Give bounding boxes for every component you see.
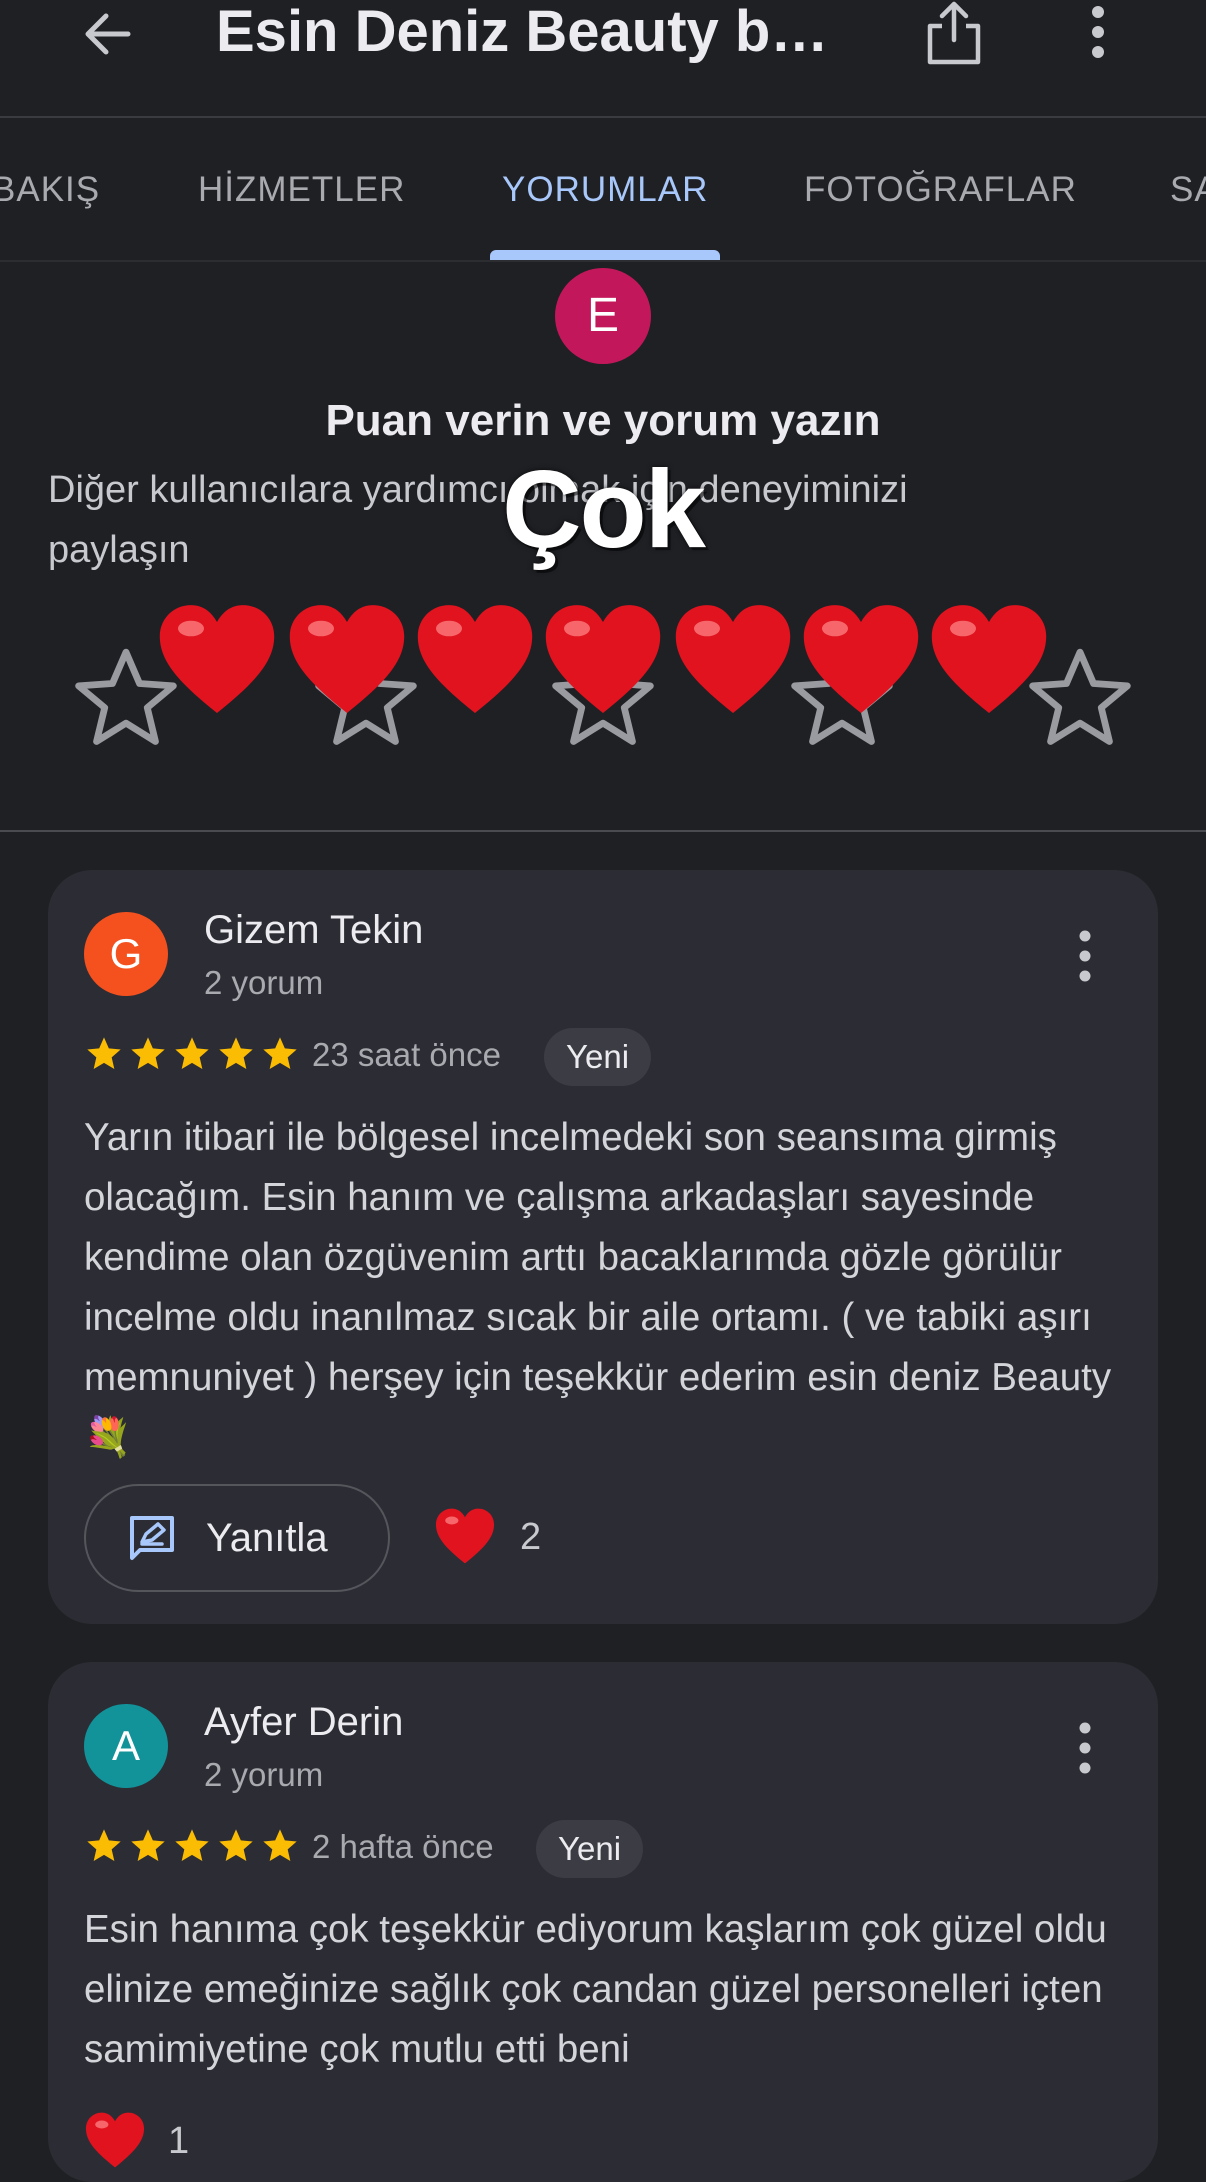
- rate-title: Puan verin ve yorum yazın: [325, 396, 881, 445]
- tab-bar: BAKIŞ HİZMETLER YORUMLAR FOTOĞRAFLAR SA: [0, 118, 1206, 262]
- heart-reaction-icon[interactable]: [432, 1504, 498, 1570]
- tab-overview[interactable]: BAKIŞ: [0, 170, 100, 210]
- star-filled-icon: [175, 1037, 209, 1069]
- like-count: 2: [520, 1516, 542, 1558]
- app-bar: Esin Deniz Beauty b…: [0, 0, 1206, 118]
- star-filled-icon: [131, 1829, 165, 1861]
- star-filled-icon: [175, 1829, 209, 1861]
- tab-reviews[interactable]: YORUMLAR: [502, 170, 708, 210]
- more-vert-icon[interactable]: [1070, 1718, 1100, 1778]
- heart-sticker-icon: [289, 605, 405, 713]
- reviewer-review-count: 2 yorum: [204, 964, 324, 1001]
- star-filled-icon: [87, 1829, 121, 1861]
- heart-sticker-icon: [803, 605, 919, 713]
- new-badge: Yeni: [536, 1820, 644, 1878]
- star-filled-icon: [131, 1037, 165, 1069]
- active-tab-indicator: [490, 250, 720, 260]
- heart-reaction-icon[interactable]: [82, 2108, 148, 2174]
- heart-sticker-icon: [675, 605, 791, 713]
- heart-sticker-icon: [545, 605, 661, 713]
- review-card: G Gizem Tekin 2 yorum 23 saat önce Yeni …: [48, 870, 1158, 1624]
- reviewer-name[interactable]: Gizem Tekin: [204, 908, 423, 953]
- review-rating: [84, 1826, 300, 1866]
- review-rating: [84, 1034, 300, 1074]
- more-vert-icon[interactable]: [1070, 926, 1100, 986]
- reviewer-avatar[interactable]: A: [84, 1704, 168, 1788]
- tab-photos[interactable]: FOTOĞRAFLAR: [804, 170, 1077, 210]
- heart-sticker-icon: [159, 605, 275, 713]
- review-card: A Ayfer Derin 2 yorum 2 hafta önce Yeni …: [48, 1662, 1158, 2182]
- overlay-caption: Çok: [502, 448, 706, 571]
- star-filled-icon: [263, 1829, 297, 1861]
- star-filled-icon: [219, 1829, 253, 1861]
- reply-comment-icon: [130, 1516, 174, 1560]
- like-count: 1: [168, 2120, 190, 2162]
- review-text: Yarın itibari ile bölgesel incelmedeki s…: [84, 1116, 1122, 1459]
- arrow-back-icon[interactable]: [78, 4, 138, 64]
- share-icon[interactable]: [924, 0, 984, 66]
- reply-button-label: Yanıtla: [206, 1516, 328, 1560]
- more-vert-icon[interactable]: [1080, 4, 1116, 60]
- star-filled-icon: [219, 1037, 253, 1069]
- review-time: 2 hafta önce: [312, 1828, 494, 1865]
- place-title: Esin Deniz Beauty b…: [216, 0, 829, 64]
- review-time: 23 saat önce: [312, 1036, 501, 1073]
- tab-about[interactable]: SA: [1170, 170, 1206, 210]
- section-divider: [0, 830, 1206, 832]
- star-filled-icon: [87, 1037, 121, 1069]
- reviewer-review-count: 2 yorum: [204, 1756, 324, 1793]
- reviewer-name[interactable]: Ayfer Derin: [204, 1700, 403, 1745]
- user-avatar: E: [555, 268, 651, 364]
- reviewer-avatar[interactable]: G: [84, 912, 168, 996]
- new-badge: Yeni: [544, 1028, 652, 1086]
- tab-services[interactable]: HİZMETLER: [198, 170, 405, 210]
- star-filled-icon: [263, 1037, 297, 1069]
- heart-sticker-icon: [931, 605, 1047, 713]
- review-text: Esin hanıma çok teşekkür ediyorum kaşlar…: [84, 1908, 1118, 2071]
- heart-sticker-icon: [417, 605, 533, 713]
- reply-button[interactable]: Yanıtla: [84, 1484, 390, 1592]
